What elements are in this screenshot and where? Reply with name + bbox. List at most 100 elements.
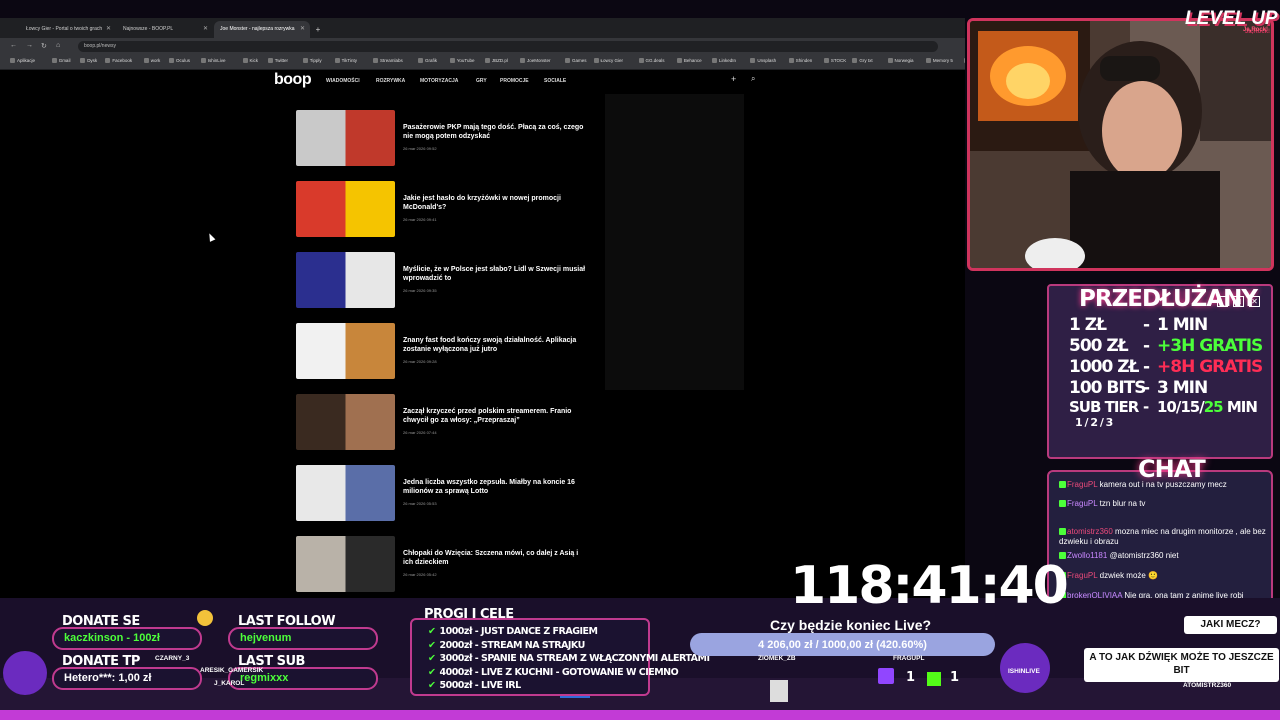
bookmark-item[interactable]: STOCK bbox=[824, 58, 846, 63]
url-input[interactable]: boop.pl/newsy bbox=[78, 41, 938, 52]
nav-gry[interactable]: GRY bbox=[476, 78, 487, 84]
price-row: 500 ZŁ - +3H GRATIS bbox=[1069, 336, 1263, 356]
tab-lowcy-gier[interactable]: Łowcy Gier - Portal o twoich grach ✕ bbox=[20, 21, 116, 38]
bookmark-item[interactable]: Tipply bbox=[303, 58, 322, 63]
new-tab-button[interactable]: + bbox=[312, 21, 324, 38]
goal-text: 2000zł - STREAM NA STRAJKU bbox=[439, 639, 585, 651]
search-icon[interactable]: ⌕ bbox=[751, 74, 755, 84]
plus-icon[interactable]: + bbox=[731, 74, 736, 84]
tab-boop[interactable]: Najnowsze - BOOP.PL ✕ bbox=[117, 21, 213, 38]
forward-icon[interactable]: → bbox=[26, 42, 33, 49]
bookmark-item[interactable]: Aplikacje bbox=[10, 58, 35, 63]
article-item[interactable]: Jedna liczba wszystko zepsuła. Miałby na… bbox=[296, 465, 616, 521]
article-thumbnail[interactable] bbox=[296, 536, 395, 592]
article-thumbnail[interactable] bbox=[296, 394, 395, 450]
bookmark-item[interactable]: Twitter bbox=[268, 58, 288, 63]
bookmark-item[interactable]: Kick bbox=[243, 58, 259, 63]
nav-motoryzacja[interactable]: MOTORYZACJA bbox=[420, 78, 458, 84]
bookmark-item[interactable]: TikTinty bbox=[335, 58, 357, 63]
bookmark-item[interactable]: Oculus bbox=[169, 58, 190, 63]
nav-wiadomosci[interactable]: WIADOMOŚCI bbox=[326, 78, 360, 84]
close-icon[interactable]: ✕ bbox=[106, 21, 111, 38]
nav-promocje[interactable]: PROMOCJE bbox=[500, 78, 529, 84]
check-icon: ✔ bbox=[428, 639, 436, 651]
article-title[interactable]: Pasażerowie PKP mają tego dość. Płacą za… bbox=[403, 123, 588, 141]
article-item[interactable]: Jakie jest hasło do krzyżówki w nowej pr… bbox=[296, 181, 616, 237]
chat-message: FraguPL dzwiek może 🙂 bbox=[1059, 571, 1267, 581]
bookmark-item[interactable]: JBZD.pl bbox=[485, 58, 508, 63]
chat-message: Zwollo1181 @atomistrz360 niet bbox=[1059, 551, 1267, 561]
tab-label: Najnowsze - BOOP.PL bbox=[123, 26, 174, 32]
article-date: 26 mar 2026 09:35 bbox=[403, 288, 437, 293]
price-value: +8H GRATIS bbox=[1157, 357, 1263, 377]
bookmark-item[interactable]: Łowcy Gier bbox=[594, 58, 624, 63]
article-item[interactable]: Znany fast food kończy swoją działalność… bbox=[296, 323, 616, 379]
close-icon[interactable]: ✕ bbox=[203, 21, 208, 38]
article-title[interactable]: Zaczął krzyczeć przed polskim streamerem… bbox=[403, 407, 588, 425]
viewer-name: ATOMISTRZ360 bbox=[1183, 682, 1232, 689]
bookmark-item[interactable]: Twitch bbox=[964, 58, 965, 63]
article-list: Pasażerowie PKP mają tego dość. Płacą za… bbox=[296, 92, 616, 597]
close-icon[interactable]: ✕ bbox=[300, 21, 305, 38]
brand-text: LEVEL UP bbox=[1185, 8, 1278, 29]
price-value: 3 MIN bbox=[1157, 378, 1208, 398]
bookmark-item[interactable]: LinkedIn bbox=[712, 58, 736, 63]
site-logo[interactable]: boop bbox=[274, 71, 312, 89]
chat-text: @atomistrz360 niet bbox=[1109, 551, 1179, 560]
mouse-cursor-icon bbox=[206, 232, 216, 242]
price-amount: 1 ZŁ bbox=[1069, 315, 1107, 335]
article-title[interactable]: Chłopaki do Wzięcia: Szczena mówi, co da… bbox=[403, 549, 588, 567]
article-title[interactable]: Jakie jest hasło do krzyżówki w nowej pr… bbox=[403, 194, 588, 212]
article-date: 26 mar 2026 05:53 bbox=[403, 501, 437, 506]
bookmark-item[interactable]: Shinden bbox=[789, 58, 813, 63]
article-title[interactable]: Myślicie, że w Polsce jest słabo? Lidl w… bbox=[403, 265, 588, 283]
bookmark-item[interactable]: JoeMonster bbox=[520, 58, 551, 63]
twitch-count: 1 bbox=[906, 670, 915, 685]
bookmark-item[interactable]: Gmail bbox=[52, 58, 71, 63]
bookmark-item[interactable]: work bbox=[144, 58, 161, 63]
twitch-icon bbox=[878, 668, 894, 684]
article-item[interactable]: Pasażerowie PKP mają tego dość. Płacą za… bbox=[296, 110, 616, 166]
article-item[interactable]: Chłopaki do Wzięcia: Szczena mówi, co da… bbox=[296, 536, 616, 592]
article-title[interactable]: Jedna liczba wszystko zepsuła. Miałby na… bbox=[403, 478, 588, 496]
nav-sociale[interactable]: SOCIALE bbox=[544, 78, 566, 84]
bookmark-item[interactable]: Unsplash bbox=[750, 58, 776, 63]
article-thumbnail[interactable] bbox=[296, 181, 395, 237]
price-value: +3H GRATIS bbox=[1157, 336, 1263, 356]
article-thumbnail[interactable] bbox=[296, 465, 395, 521]
bookmark-item[interactable]: IshinLive bbox=[201, 58, 226, 63]
reload-icon[interactable]: ↻ bbox=[41, 42, 47, 50]
article-item[interactable]: Zaczął krzyczeć przed polskim streamerem… bbox=[296, 394, 616, 450]
bookmark-item[interactable]: YouTube bbox=[450, 58, 475, 63]
bookmark-item[interactable]: Dysk bbox=[80, 58, 97, 63]
chat-popup: JAKI MECZ? bbox=[1184, 616, 1277, 634]
bookmark-item[interactable]: Facebook bbox=[105, 58, 132, 63]
tab-joe-monster[interactable]: Joe Monster - najlepsza rozrywka ✕ bbox=[214, 21, 310, 38]
bookmark-item[interactable]: Memory 5 bbox=[926, 58, 953, 63]
badge-icon bbox=[1059, 528, 1066, 535]
check-icon: ✔ bbox=[428, 680, 436, 691]
subathon-timer: 118:41:40 bbox=[790, 556, 1069, 616]
bookmark-item[interactable]: Streamlabs bbox=[373, 58, 403, 63]
bookmark-item[interactable]: Grafik bbox=[418, 58, 437, 63]
minimize-icon: _ bbox=[1217, 296, 1228, 307]
bookmark-item[interactable]: Games bbox=[565, 58, 587, 63]
maximize-icon: □ bbox=[1233, 296, 1244, 307]
dash-icon: - bbox=[1143, 315, 1150, 335]
article-title[interactable]: Znany fast food kończy swoją działalność… bbox=[403, 336, 588, 354]
nav-rozrywka[interactable]: ROZRYWKA bbox=[376, 78, 405, 84]
article-item[interactable]: Myślicie, że w Polsce jest słabo? Lidl w… bbox=[296, 252, 616, 308]
article-thumbnail[interactable] bbox=[296, 110, 395, 166]
price-amount: 500 ZŁ bbox=[1069, 336, 1129, 356]
bookmark-item[interactable]: Norwegia bbox=[888, 58, 914, 63]
goal-text: 5000zł - LIVE IRL bbox=[439, 680, 521, 691]
article-date: 26 mar 2026 09:41 bbox=[403, 217, 437, 222]
bookmark-item[interactable]: GG.deals bbox=[639, 58, 665, 63]
bookmark-item[interactable]: Behance bbox=[677, 58, 702, 63]
back-icon[interactable]: ← bbox=[10, 42, 17, 49]
article-thumbnail[interactable] bbox=[296, 252, 395, 308]
dash-icon: - bbox=[1143, 357, 1150, 377]
home-icon[interactable]: ⌂ bbox=[56, 42, 60, 49]
article-thumbnail[interactable] bbox=[296, 323, 395, 379]
bookmark-item[interactable]: Gry txt bbox=[852, 58, 872, 63]
